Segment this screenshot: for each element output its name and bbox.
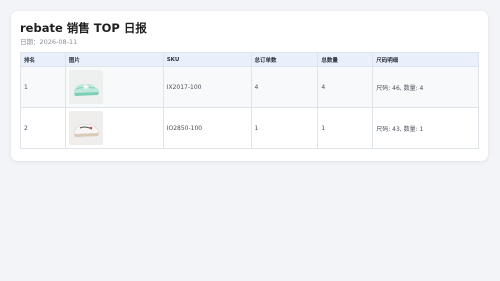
cell-size-detail: 尺码: 43, 数量: 1 bbox=[372, 107, 479, 149]
cell-image bbox=[64, 107, 164, 149]
sales-table: 排名 图片 SKU 总订单数 总数量 尺码明细 1 IX2017-100 4 4… bbox=[20, 52, 479, 149]
table-row: 2 IO2850-100 1 1 尺码: 43, 数量: 1 bbox=[20, 107, 479, 149]
cell-total-qty: 1 bbox=[317, 107, 374, 149]
col-header-total-orders: 总订单数 bbox=[250, 52, 319, 67]
col-header-total-qty: 总数量 bbox=[317, 52, 374, 67]
cell-total-orders: 4 bbox=[250, 66, 319, 108]
col-header-rank: 排名 bbox=[20, 52, 66, 67]
cell-image bbox=[64, 66, 164, 108]
cell-total-qty: 4 bbox=[317, 66, 374, 108]
cell-sku: IX2017-100 bbox=[162, 66, 252, 108]
report-date: 日期：2026-08-11 bbox=[20, 38, 78, 46]
table-row: 1 IX2017-100 4 4 尺码: 46, 数量: 4 bbox=[20, 66, 479, 108]
col-header-sku: SKU bbox=[162, 52, 252, 67]
cell-rank: 1 bbox=[20, 66, 66, 108]
col-header-size-detail: 尺码明细 bbox=[372, 52, 479, 67]
report-card: rebate 销售 TOP 日报 日期：2026-08-11 排名 图片 SKU… bbox=[11, 11, 488, 161]
white-sneaker-icon bbox=[68, 111, 103, 145]
cell-rank: 2 bbox=[20, 107, 66, 149]
page-title: rebate 销售 TOP 日报 bbox=[20, 21, 147, 35]
table-header-row: 排名 图片 SKU 总订单数 总数量 尺码明细 bbox=[20, 52, 479, 67]
mint-sneaker-icon bbox=[68, 70, 103, 104]
col-header-image: 图片 bbox=[64, 52, 164, 67]
cell-total-orders: 1 bbox=[250, 107, 319, 149]
cell-sku: IO2850-100 bbox=[162, 107, 252, 149]
cell-size-detail: 尺码: 46, 数量: 4 bbox=[372, 66, 479, 108]
